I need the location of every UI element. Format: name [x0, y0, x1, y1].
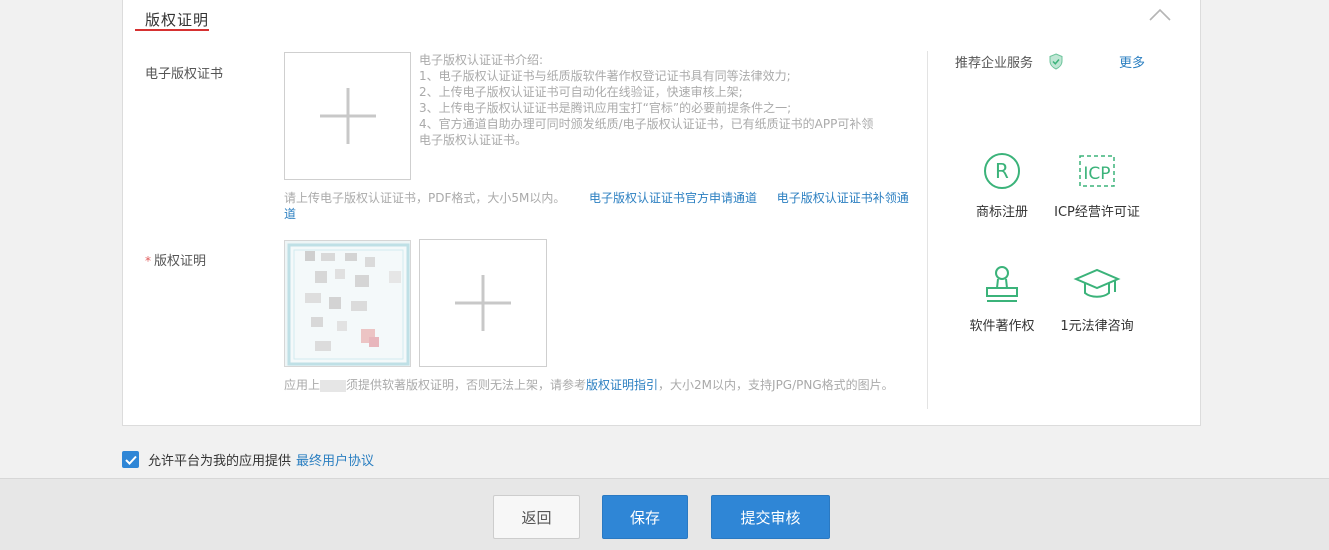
checkmark-icon	[124, 455, 137, 465]
section-title-underline	[135, 29, 209, 31]
required-mark: *	[145, 254, 151, 268]
graduation-cap-icon	[1037, 259, 1157, 311]
intro-line: 电子版权认证证书介绍:	[419, 53, 544, 67]
ecert-upload-button[interactable]	[284, 52, 411, 180]
submit-review-button[interactable]: 提交审核	[711, 495, 830, 539]
agreement-text: 允许平台为我的应用提供	[148, 454, 292, 469]
section-title: 版权证明	[145, 11, 210, 29]
copyright-section-panel: 版权证明 电子版权证书 电子版权认证证书介绍: 1、电子版权认证证书与纸质版软件…	[122, 0, 1201, 426]
ecert-reissue-link[interactable]: 电子版权认证证书补领通	[777, 191, 909, 205]
ecert-hint: 请上传电子版权认证证书，PDF格式，大小5M以内。	[284, 191, 566, 205]
copyright-hint-prefix: 应用上	[284, 378, 321, 392]
service-label: 1元法律咨询	[1060, 319, 1134, 334]
intro-line: 3、上传电子版权认证证书是腾讯应用宝打“官标”的必要前提条件之一;	[419, 101, 792, 115]
save-button[interactable]: 保存	[602, 495, 688, 539]
intro-line: 4、官方通道自助办理可同时颁发纸质/电子版权认证证书，已有纸质证书的APP可补领	[419, 117, 874, 131]
blurred-text	[320, 379, 347, 392]
copyright-upload-button[interactable]	[419, 239, 547, 367]
copyright-hint-row: 应用上 须提供软著版权证明，否则无法上架，请参考版权证明指引，大小2M以内，支持J…	[284, 377, 894, 393]
service-legal-consult[interactable]: 1元法律咨询	[1037, 259, 1157, 334]
ecert-intro: 电子版权认证证书介绍: 1、电子版权认证证书与纸质版软件著作权登记证书具有同等法…	[419, 52, 919, 148]
back-button[interactable]: 返回	[493, 495, 580, 539]
ecert-reissue-link-tail[interactable]: 道	[284, 207, 296, 221]
shield-icon	[1048, 53, 1064, 74]
eula-link[interactable]: 最终用户协议	[296, 450, 374, 469]
copyright-label: 版权证明	[154, 254, 207, 269]
icp-icon: ICP	[1037, 145, 1157, 197]
copyright-hint-suffix: ，大小2M以内，支持JPG/PNG格式的图片。	[658, 378, 894, 392]
svg-text:R: R	[995, 159, 1009, 183]
ecert-hint-row: 请上传电子版权认证证书，PDF格式，大小5M以内。 电子版权认证证书官方申请通道…	[284, 190, 909, 206]
agreement-checkbox[interactable]	[122, 451, 139, 468]
intro-line: 2、上传电子版权认证证书可自动化在线验证，快速审核上架;	[419, 85, 743, 99]
copyright-guide-link[interactable]: 版权证明指引	[586, 378, 658, 392]
plus-icon	[455, 275, 511, 331]
service-label: ICP经营许可证	[1054, 205, 1140, 220]
intro-line: 1、电子版权认证证书与纸质版软件著作权登记证书具有同等法律效力;	[419, 69, 791, 83]
intro-line: 电子版权认证证书。	[419, 133, 528, 147]
more-services-link[interactable]: 更多	[1119, 52, 1145, 71]
services-title: 推荐企业服务	[955, 56, 1034, 71]
ecert-apply-link[interactable]: 电子版权认证证书官方申请通道	[589, 191, 757, 205]
ecert-label: 电子版权证书	[145, 67, 224, 82]
ecert-reissue-link-cont[interactable]: 道	[284, 206, 296, 222]
service-icp[interactable]: ICP ICP经营许可证	[1037, 145, 1157, 220]
copyright-hint-mid: 须提供软著版权证明，否则无法上架，请参考	[346, 378, 587, 392]
svg-text:ICP: ICP	[1083, 164, 1110, 184]
agreement-row: 允许平台为我的应用提供 最终用户协议	[122, 450, 374, 469]
copyright-label-row: * 版权证明	[145, 250, 206, 269]
plus-icon	[319, 88, 376, 144]
footer-bar: 返回 保存 提交审核	[0, 478, 1329, 550]
chevron-up-icon[interactable]	[1148, 7, 1172, 23]
vertical-divider	[927, 51, 928, 409]
copyright-image-thumbnail[interactable]	[284, 240, 411, 367]
